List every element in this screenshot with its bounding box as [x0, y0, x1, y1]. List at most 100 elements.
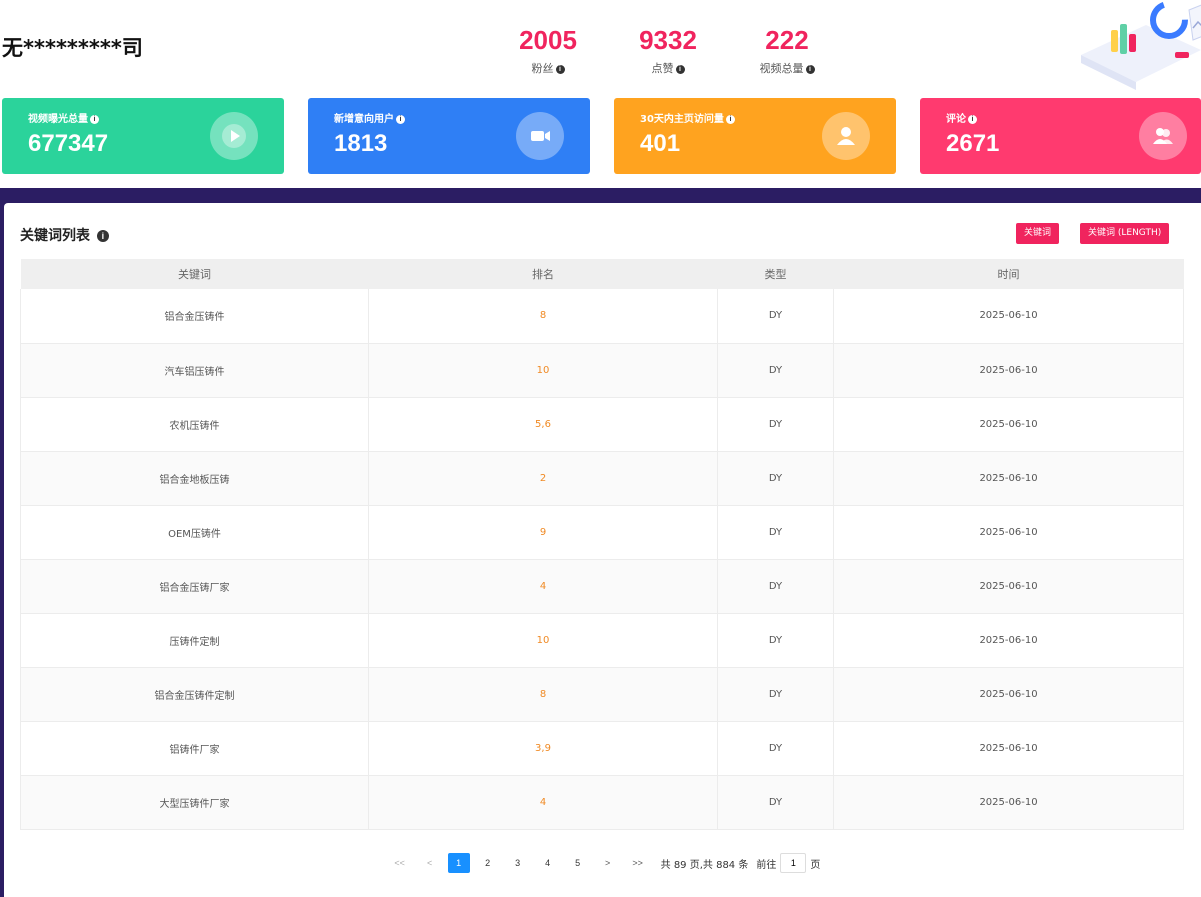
cell-type: DY — [717, 343, 834, 398]
info-icon[interactable]: i — [675, 64, 685, 74]
stat-videos-value: 222 — [765, 25, 809, 55]
cell-type: DY — [717, 613, 834, 668]
cell-keyword: 汽车铝压铸件 — [20, 343, 369, 398]
info-icon[interactable]: i — [396, 114, 405, 124]
first-page-button[interactable]: << — [388, 853, 412, 873]
cell-rank: 9 — [368, 505, 718, 560]
header: 无*********司 2005 粉丝 i 9332 点赞 i 222 视频总量 i — [0, 0, 1201, 96]
user-icon — [822, 112, 870, 160]
cell-type: DY — [717, 775, 834, 830]
cell-keyword: OEM压铸件 — [20, 505, 369, 560]
card-comments[interactable]: 评论 i 2671 — [920, 98, 1201, 174]
cell-date: 2025-06-10 — [833, 559, 1184, 614]
stat-videos: 222 视频总量 i — [737, 24, 837, 76]
cell-type: DY — [717, 559, 834, 614]
table-header-row: 关键词 排名 类型 时间 — [20, 259, 1184, 289]
cell-rank: 2 — [368, 451, 718, 506]
cell-date: 2025-06-10 — [833, 343, 1184, 398]
info-icon[interactable]: i — [90, 114, 99, 124]
card-title: 评论 — [946, 114, 966, 125]
cell-keyword: 铝合金压铸件 — [20, 289, 369, 344]
info-icon[interactable]: i — [725, 114, 735, 124]
page-button-5[interactable]: 5 — [566, 853, 590, 873]
keyword-length-tag-button[interactable]: 关键词 (LENGTH) — [1080, 223, 1170, 244]
goto-label: 前往 — [756, 859, 777, 871]
stat-fans: 2005 粉丝 i — [498, 24, 598, 76]
column-header-type[interactable]: 类型 — [717, 259, 834, 289]
table-row[interactable]: OEM压铸件 9 DY 2025-06-10 — [20, 505, 1184, 560]
cell-keyword: 铝铸件厂家 — [20, 721, 369, 776]
pagination: << < 1 2 3 4 5 > >> 共 89 页,共 884 条 前往 页 — [4, 851, 1201, 875]
info-icon[interactable]: i — [555, 64, 565, 74]
cell-type: DY — [717, 451, 834, 506]
prev-page-button[interactable]: < — [418, 853, 442, 873]
panel-title: 关键词列表 — [20, 228, 90, 244]
cell-keyword: 铝合金压铸件定制 — [20, 667, 369, 722]
keyword-tag-button[interactable]: 关键词 — [1016, 223, 1060, 244]
cell-keyword: 铝合金地板压铸 — [20, 451, 369, 506]
page-button-2[interactable]: 2 — [476, 853, 500, 873]
table-row[interactable]: 压铸件定制 10 DY 2025-06-10 — [20, 613, 1184, 668]
goto-page-input[interactable] — [780, 853, 807, 873]
cell-rank: 10 — [368, 343, 718, 398]
table-row[interactable]: 铝合金压铸厂家 4 DY 2025-06-10 — [20, 559, 1184, 614]
cell-date: 2025-06-10 — [833, 289, 1184, 344]
table-row[interactable]: 铝铸件厂家 3,9 DY 2025-06-10 — [20, 721, 1184, 776]
column-header-date[interactable]: 时间 — [833, 259, 1184, 289]
keyword-table: 关键词 排名 类型 时间 铝合金压铸件 8 DY 2025-06-10 汽车铝压铸件 1… — [20, 259, 1184, 830]
card-value: 401 — [640, 130, 681, 157]
next-page-button[interactable]: > — [596, 853, 620, 873]
table-row[interactable]: 铝合金压铸件 8 DY 2025-06-10 — [20, 289, 1184, 344]
table-row[interactable]: 汽车铝压铸件 10 DY 2025-06-10 — [20, 343, 1184, 398]
stat-videos-label: 视频总量 — [759, 62, 804, 75]
column-header-rank[interactable]: 排名 — [368, 259, 718, 289]
keyword-panel: 关键词列表 i 关键词 关键词 (LENGTH) 关键词 排名 类型 时间 铝合… — [4, 203, 1201, 897]
last-page-button[interactable]: >> — [626, 853, 650, 873]
cell-type: DY — [717, 397, 834, 452]
card-value: 1813 — [334, 130, 388, 157]
stat-fans-value: 2005 — [519, 25, 577, 55]
dashboard-illustration-icon — [1081, 1, 1201, 90]
table-row[interactable]: 农机压铸件 5,6 DY 2025-06-10 — [20, 397, 1184, 452]
cell-rank: 4 — [368, 559, 718, 614]
card-title: 30天内主页访问量 — [640, 114, 724, 125]
page-button-3[interactable]: 3 — [506, 853, 530, 873]
cell-date: 2025-06-10 — [833, 451, 1184, 506]
cell-keyword: 铝合金压铸厂家 — [20, 559, 369, 614]
video-camera-icon — [516, 112, 564, 160]
table-row[interactable]: 铝合金地板压铸 2 DY 2025-06-10 — [20, 451, 1184, 506]
info-icon[interactable]: i — [968, 114, 977, 124]
card-home-visits[interactable]: 30天内主页访问量 i 401 — [614, 98, 896, 174]
pagination-summary: 共 89 页,共 884 条 — [660, 859, 749, 871]
info-icon[interactable]: i — [805, 64, 815, 74]
cell-type: DY — [717, 667, 834, 722]
card-video-exposure[interactable]: 视频曝光总量 i 677347 — [2, 98, 284, 174]
card-new-intent-users[interactable]: 新增意向用户 i 1813 — [308, 98, 590, 174]
company-name: 无*********司 — [2, 36, 143, 60]
cell-date: 2025-06-10 — [833, 613, 1184, 668]
page-button-4[interactable]: 4 — [536, 853, 560, 873]
cell-type: DY — [717, 721, 834, 776]
cell-date: 2025-06-10 — [833, 505, 1184, 560]
table-row[interactable]: 铝合金压铸件定制 8 DY 2025-06-10 — [20, 667, 1184, 722]
users-icon — [1139, 112, 1187, 160]
play-icon — [210, 112, 258, 160]
card-value: 2671 — [946, 130, 1000, 157]
cell-date: 2025-06-10 — [833, 721, 1184, 776]
stat-likes-label: 点赞 — [651, 62, 674, 75]
cell-type: DY — [717, 289, 834, 344]
cell-rank: 8 — [368, 667, 718, 722]
cell-rank: 5,6 — [368, 397, 718, 452]
card-value: 677347 — [28, 130, 109, 157]
table-row[interactable]: 大型压铸件厂家 4 DY 2025-06-10 — [20, 775, 1184, 830]
cell-keyword: 压铸件定制 — [20, 613, 369, 668]
cell-date: 2025-06-10 — [833, 667, 1184, 722]
info-icon[interactable]: i — [96, 230, 109, 242]
stat-likes-value: 9332 — [639, 25, 697, 55]
stat-likes: 9332 点赞 i — [618, 24, 718, 76]
page-unit-label: 页 — [810, 859, 821, 871]
cell-rank: 8 — [368, 289, 718, 344]
column-header-keyword[interactable]: 关键词 — [20, 259, 369, 289]
page-button-1[interactable]: 1 — [447, 853, 470, 873]
card-title: 新增意向用户 — [334, 114, 394, 125]
